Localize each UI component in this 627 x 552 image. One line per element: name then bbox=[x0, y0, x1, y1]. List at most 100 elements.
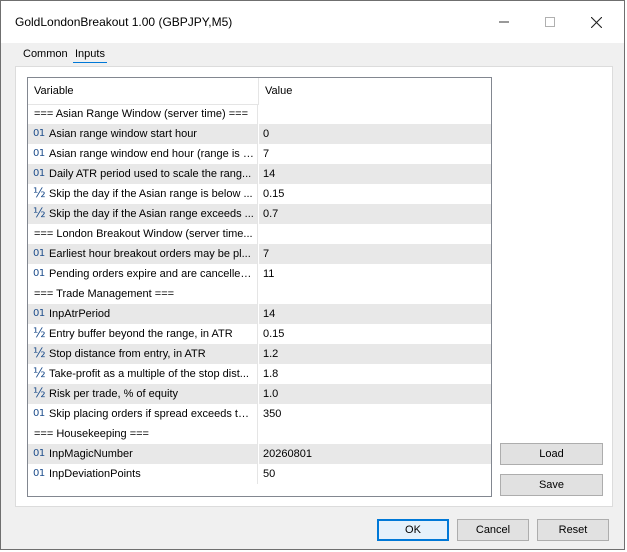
variable-cell: ½ Stop distance from entry, in ATR bbox=[28, 344, 258, 364]
integer-type-icon: 01 bbox=[33, 408, 45, 419]
variable-cell: ½ Skip the day if the Asian range is belo… bbox=[28, 184, 258, 204]
double-type-icon: ½ bbox=[33, 346, 46, 361]
cancel-button[interactable]: Cancel bbox=[457, 519, 529, 541]
variable-label: InpMagicNumber bbox=[49, 448, 133, 460]
title-bar[interactable]: GoldLondonBreakout 1.00 (GBPJPY,M5) bbox=[1, 1, 624, 43]
table-row[interactable]: 01 Asian range window end hour (range is … bbox=[28, 144, 491, 164]
load-button[interactable]: Load bbox=[500, 443, 603, 465]
variable-cell: ½ Risk per trade, % of equity bbox=[28, 384, 258, 404]
variable-cell: === Asian Range Window (server time) === bbox=[28, 104, 258, 124]
column-header-value[interactable]: Value bbox=[259, 78, 491, 104]
table-row[interactable]: ½ Take-profit as a multiple of the stop d… bbox=[28, 364, 491, 384]
variable-cell: 01 InpAtrPeriod bbox=[28, 304, 258, 324]
section-row[interactable]: === Trade Management === bbox=[28, 284, 491, 304]
table-row[interactable]: ½ Skip the day if the Asian range exceeds… bbox=[28, 204, 491, 224]
variable-label: Earliest hour breakout orders may be pl.… bbox=[49, 248, 251, 260]
grid-rows: === Asian Range Window (server time) ===… bbox=[28, 104, 491, 484]
variable-cell: === London Breakout Window (server time.… bbox=[28, 224, 258, 244]
variable-cell: 01 Earliest hour breakout orders may be p… bbox=[28, 244, 258, 264]
table-row[interactable]: ½ Skip the day if the Asian range is belo… bbox=[28, 184, 491, 204]
close-button[interactable] bbox=[573, 1, 619, 43]
integer-type-icon: 01 bbox=[33, 308, 45, 319]
variable-cell: ½ Skip the day if the Asian range exceeds… bbox=[28, 204, 258, 224]
double-type-icon: ½ bbox=[33, 206, 46, 221]
value-cell[interactable]: 0 bbox=[259, 124, 491, 144]
variable-cell: 01 Skip placing orders if spread exceeds … bbox=[28, 404, 258, 424]
value-cell[interactable]: 11 bbox=[259, 264, 491, 284]
variable-label: Take-profit as a multiple of the stop di… bbox=[49, 368, 249, 380]
dialog-window: GoldLondonBreakout 1.00 (GBPJPY,M5) Comm… bbox=[0, 0, 625, 550]
integer-type-icon: 01 bbox=[33, 448, 45, 459]
variable-cell: 01 Asian range window end hour (range is … bbox=[28, 144, 258, 164]
minimize-button[interactable] bbox=[481, 1, 527, 43]
integer-type-icon: 01 bbox=[33, 268, 45, 279]
table-row[interactable]: 01 Pending orders expire and are cancelle… bbox=[28, 264, 491, 284]
section-row[interactable]: === Asian Range Window (server time) === bbox=[28, 104, 491, 124]
variable-label: Skip the day if the Asian range exceeds … bbox=[49, 208, 254, 220]
save-button[interactable]: Save bbox=[500, 474, 603, 496]
table-row[interactable]: 01 Earliest hour breakout orders may be p… bbox=[28, 244, 491, 264]
variable-cell: 01 InpMagicNumber bbox=[28, 444, 258, 464]
variable-cell: 01 Daily ATR period used to scale the ran… bbox=[28, 164, 258, 184]
table-row[interactable]: ½ Risk per trade, % of equity 1.0 bbox=[28, 384, 491, 404]
tab-inputs[interactable]: Inputs bbox=[73, 48, 107, 63]
variable-cell: === Trade Management === bbox=[28, 284, 258, 304]
value-cell bbox=[259, 284, 491, 304]
value-cell bbox=[259, 424, 491, 444]
double-type-icon: ½ bbox=[33, 326, 46, 341]
table-row[interactable]: 01 Asian range window start hour 0 bbox=[28, 124, 491, 144]
variable-label: === Asian Range Window (server time) === bbox=[34, 108, 248, 120]
minimize-icon bbox=[499, 21, 509, 23]
window-title: GoldLondonBreakout 1.00 (GBPJPY,M5) bbox=[15, 15, 233, 29]
value-cell[interactable]: 1.2 bbox=[259, 344, 491, 364]
table-row[interactable]: 01 Skip placing orders if spread exceeds … bbox=[28, 404, 491, 424]
grid-header: Variable Value bbox=[28, 78, 491, 105]
close-icon bbox=[590, 16, 602, 28]
table-row[interactable]: 01 Daily ATR period used to scale the ran… bbox=[28, 164, 491, 184]
inputs-panel: Variable Value === Asian Range Window (s… bbox=[15, 66, 613, 507]
value-cell[interactable]: 7 bbox=[259, 144, 491, 164]
value-cell[interactable]: 14 bbox=[259, 164, 491, 184]
variable-label: === London Breakout Window (server time.… bbox=[34, 228, 253, 240]
ok-button[interactable]: OK bbox=[377, 519, 449, 541]
tab-common[interactable]: Common bbox=[21, 48, 70, 60]
variable-cell: 01 Asian range window start hour bbox=[28, 124, 258, 144]
table-row[interactable]: 01 InpDeviationPoints 50 bbox=[28, 464, 491, 484]
value-cell[interactable]: 20260801 bbox=[259, 444, 491, 464]
value-cell[interactable]: 350 bbox=[259, 404, 491, 424]
value-cell[interactable]: 14 bbox=[259, 304, 491, 324]
value-cell[interactable]: 1.8 bbox=[259, 364, 491, 384]
value-cell[interactable]: 50 bbox=[259, 464, 491, 484]
value-cell[interactable]: 1.0 bbox=[259, 384, 491, 404]
double-type-icon: ½ bbox=[33, 386, 46, 401]
maximize-button[interactable] bbox=[527, 1, 573, 43]
integer-type-icon: 01 bbox=[33, 168, 45, 179]
variable-label: Daily ATR period used to scale the rang.… bbox=[49, 168, 252, 180]
inputs-grid[interactable]: Variable Value === Asian Range Window (s… bbox=[27, 77, 492, 497]
table-row[interactable]: 01 InpMagicNumber 20260801 bbox=[28, 444, 491, 464]
double-type-icon: ½ bbox=[33, 366, 46, 381]
value-cell[interactable]: 0.15 bbox=[259, 324, 491, 344]
table-row[interactable]: ½ Stop distance from entry, in ATR 1.2 bbox=[28, 344, 491, 364]
variable-label: InpAtrPeriod bbox=[49, 308, 111, 320]
column-header-variable[interactable]: Variable bbox=[28, 78, 259, 104]
integer-type-icon: 01 bbox=[33, 128, 45, 139]
variable-label: Asian range window end hour (range is l.… bbox=[49, 148, 255, 160]
value-cell[interactable]: 0.15 bbox=[259, 184, 491, 204]
table-row[interactable]: ½ Entry buffer beyond the range, in ATR 0.… bbox=[28, 324, 491, 344]
reset-button[interactable]: Reset bbox=[537, 519, 609, 541]
integer-type-icon: 01 bbox=[33, 248, 45, 259]
variable-cell: 01 InpDeviationPoints bbox=[28, 464, 258, 484]
variable-label: Skip the day if the Asian range is below… bbox=[49, 188, 253, 200]
variable-label: Stop distance from entry, in ATR bbox=[49, 348, 206, 360]
value-cell bbox=[259, 104, 491, 124]
section-row[interactable]: === London Breakout Window (server time.… bbox=[28, 224, 491, 244]
value-cell[interactable]: 0.7 bbox=[259, 204, 491, 224]
variable-label: === Trade Management === bbox=[34, 288, 175, 300]
variable-cell: ½ Take-profit as a multiple of the stop d… bbox=[28, 364, 258, 384]
variable-cell: === Housekeeping === bbox=[28, 424, 258, 444]
table-row[interactable]: 01 InpAtrPeriod 14 bbox=[28, 304, 491, 324]
value-cell[interactable]: 7 bbox=[259, 244, 491, 264]
variable-label: Entry buffer beyond the range, in ATR bbox=[49, 328, 233, 340]
section-row[interactable]: === Housekeeping === bbox=[28, 424, 491, 444]
